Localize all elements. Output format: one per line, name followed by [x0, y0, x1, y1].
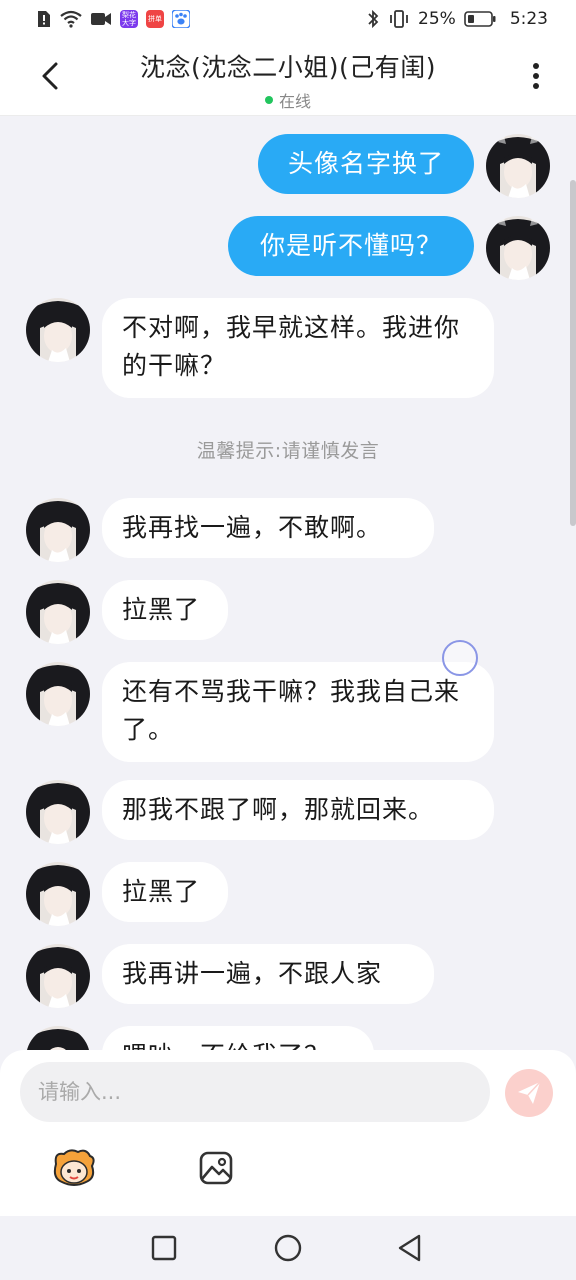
message-bubble-incoming[interactable]: 喂吵，不给我了？ — [102, 1026, 374, 1050]
message-bubble-incoming[interactable]: 那我不跟了啊，那就回来。 — [102, 780, 494, 840]
message-bubble-outgoing[interactable]: 你是听不懂吗？ — [228, 216, 474, 276]
message-input[interactable] — [20, 1062, 490, 1122]
system-nav-bar — [0, 1216, 576, 1280]
online-status: 在线 — [0, 88, 576, 112]
online-dot-icon — [264, 96, 273, 104]
message-bubble-incoming[interactable]: 不对啊，我早就这样。我进你的干嘛？ — [102, 298, 494, 398]
contact-avatar[interactable] — [26, 944, 90, 1008]
news-app-icon: 梨花大字 — [120, 10, 138, 28]
message-text: 我再找一遍，不敢啊。 — [122, 513, 383, 542]
message-bubble-incoming[interactable]: 我再讲一遍，不跟人家 — [102, 944, 434, 1004]
battery-percent: 25% — [418, 9, 456, 29]
square-icon — [151, 1235, 177, 1261]
title-block: 沈念(沈念二小姐)(己有闺) 在线 — [0, 48, 576, 112]
message-bubble-outgoing[interactable]: 头像名字换了 — [258, 134, 474, 194]
safety-notice: 温馨提示:请谨慎发言 — [196, 440, 380, 462]
message-composer — [0, 1050, 576, 1216]
message-text: 不对啊，我早就这样。我进你的干嘛？ — [122, 313, 461, 380]
message-bubble-incoming[interactable]: 拉黑了 — [102, 862, 228, 922]
image-button[interactable] — [192, 1146, 240, 1190]
message-text: 我再讲一遍，不跟人家 — [122, 959, 383, 988]
message-text: 你是听不懂吗？ — [259, 231, 442, 260]
send-button[interactable] — [505, 1069, 553, 1117]
touch-indicator — [442, 640, 478, 676]
online-status-label: 在线 — [278, 92, 311, 111]
status-bar: 梨花大字 拼单 25% 5:23 — [0, 0, 576, 38]
scrollbar[interactable] — [570, 180, 576, 526]
emoji-button[interactable] — [50, 1146, 98, 1190]
contact-avatar[interactable] — [26, 662, 90, 726]
vibrate-icon — [388, 9, 410, 29]
my-avatar[interactable] — [486, 216, 550, 280]
my-avatar[interactable] — [486, 134, 550, 198]
message-list[interactable]: 头像名字换了 你是听不懂吗？ 不对啊，我早就这样。我进你的干嘛？ 温馨提示:请谨… — [0, 116, 576, 1050]
circle-icon — [274, 1234, 302, 1262]
triangle-back-icon — [398, 1234, 421, 1262]
status-left: 梨花大字 拼单 — [36, 10, 190, 28]
bluetooth-icon — [366, 9, 380, 29]
home-button[interactable] — [272, 1232, 304, 1264]
more-options-button[interactable] — [518, 58, 554, 94]
paper-plane-icon — [518, 1081, 541, 1104]
paw-app-icon — [172, 10, 190, 28]
message-bubble-incoming[interactable]: 拉黑了 — [102, 580, 228, 640]
contact-avatar[interactable] — [26, 298, 90, 362]
image-icon — [199, 1151, 233, 1185]
contact-avatar[interactable] — [26, 862, 90, 926]
sim-alert-icon — [36, 10, 52, 28]
status-right: 25% 5:23 — [366, 9, 548, 29]
message-text: 拉黑了 — [122, 877, 201, 906]
contact-avatar[interactable] — [26, 780, 90, 844]
message-text: 还有不骂我干嘛？我我自己来了。 — [122, 677, 461, 744]
message-text: 那我不跟了啊，那就回来。 — [122, 795, 435, 824]
message-text: 拉黑了 — [122, 595, 201, 624]
message-text: 头像名字换了 — [287, 149, 444, 178]
contact-avatar[interactable] — [26, 1026, 90, 1050]
contact-name: 沈念(沈念二小姐)(己有闺) — [139, 53, 436, 82]
chat-screen: 梨花大字 拼单 25% 5:23 沈念(沈念二小姐)(己有闺) 在线 头像名字换… — [0, 0, 576, 1280]
message-bubble-incoming[interactable]: 还有不骂我干嘛？我我自己来了。 — [102, 662, 494, 762]
clock: 5:23 — [509, 9, 548, 29]
battery-icon — [464, 10, 496, 28]
cartoon-face-icon — [53, 1149, 95, 1186]
system-back-button[interactable] — [394, 1232, 426, 1264]
chat-header: 沈念(沈念二小姐)(己有闺) 在线 — [0, 38, 576, 116]
recents-button[interactable] — [148, 1232, 180, 1264]
contact-avatar[interactable] — [26, 498, 90, 562]
message-text: 喂吵，不给我了？ — [122, 1041, 330, 1050]
message-bubble-incoming[interactable]: 我再找一遍，不敢啊。 — [102, 498, 434, 558]
vertical-dots-icon — [533, 63, 539, 89]
wifi-icon — [60, 10, 82, 28]
contact-avatar[interactable] — [26, 580, 90, 644]
video-recording-icon — [90, 11, 112, 27]
shop-app-icon: 拼单 — [146, 10, 164, 28]
